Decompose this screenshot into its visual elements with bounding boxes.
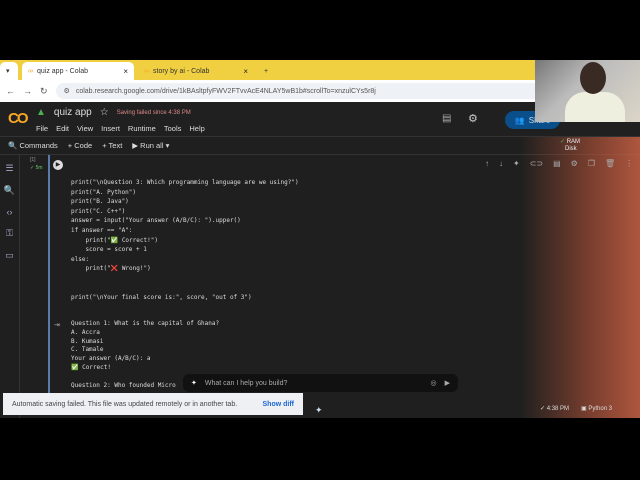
code-line: else: xyxy=(71,255,90,263)
code-line: print("❌ Wrong!") xyxy=(71,265,151,273)
ram-label: RAM xyxy=(566,139,581,145)
colab-icon: ∞ xyxy=(144,67,149,75)
add-code-button[interactable]: + Code xyxy=(68,141,92,150)
move-up-icon[interactable]: ↑ xyxy=(485,159,489,168)
tab-label: story by ai - Colab xyxy=(153,67,210,75)
webcam-person xyxy=(565,92,625,122)
cell-toolbar: ↑ ↓ ✦ ⊂⊃ ▤ ⚙ ❐ 🗑 ⋮ xyxy=(485,159,633,168)
cell-exec-time: ✓ 5m xyxy=(30,165,43,171)
screen-glare xyxy=(520,137,640,418)
tab-quiz-app[interactable]: ∞ quiz app - Colab × xyxy=(22,62,134,80)
gemini-icon[interactable]: ✦ xyxy=(513,159,520,168)
show-diff-link[interactable]: Show diff xyxy=(263,401,295,408)
link-icon[interactable]: ⊂⊃ xyxy=(530,159,543,168)
reload-icon[interactable]: ↻ xyxy=(40,86,48,97)
colab-logo[interactable]: CO xyxy=(8,110,28,127)
menu-runtime[interactable]: Runtime xyxy=(128,124,156,133)
code-line: print("A. Python") xyxy=(71,188,137,196)
menu-file[interactable]: File xyxy=(36,124,48,133)
code-line: score = score + 1 xyxy=(71,246,147,254)
cell-exec-count: [1] xyxy=(30,157,36,163)
toast-message: Automatic saving failed. This file was u… xyxy=(12,400,238,408)
left-sidebar: ☰ 🔍 ‹› ⚿ ▭ xyxy=(0,155,20,418)
tab-label: quiz app - Colab xyxy=(37,67,88,75)
output-line: Your answer (A/B/C): a xyxy=(71,355,151,363)
back-icon[interactable]: ← xyxy=(6,86,15,96)
colab-icon: ∞ xyxy=(28,67,33,75)
prompt-placeholder: What can I help you build? xyxy=(204,379,288,387)
autosave-failed-toast: Automatic saving failed. This file was u… xyxy=(3,393,303,415)
runtime-label: Python 3 xyxy=(588,406,613,412)
cell-focus-bar xyxy=(48,155,50,395)
notebook-title[interactable]: quiz app xyxy=(54,107,92,118)
output-line: ✅ Correct! xyxy=(71,363,111,371)
code-line: print("C. C++") xyxy=(71,207,126,215)
more-icon[interactable]: ⋮ xyxy=(625,159,633,168)
code-editor[interactable]: print("\nQuestion 3: Which programming l… xyxy=(71,178,299,303)
code-snippets-icon[interactable]: ‹› xyxy=(7,207,13,217)
status-bar: ✓ 4:38 PM ▣ Python 3 xyxy=(540,405,612,412)
delete-icon[interactable]: 🗑 xyxy=(605,159,615,168)
commands-label: Commands xyxy=(19,141,58,150)
code-line: print("\nYour final score is:", score, "… xyxy=(71,294,252,302)
gemini-sparkle-icon: ✦ xyxy=(191,380,197,387)
menu-edit[interactable]: Edit xyxy=(56,124,69,133)
gemini-icon[interactable]: ✦ xyxy=(315,405,323,416)
people-icon: 👥 xyxy=(514,115,525,125)
run-all-button[interactable]: ▶ Run all ▾ xyxy=(132,141,169,150)
disk-label: Disk xyxy=(565,146,577,152)
menu-tools[interactable]: Tools xyxy=(164,124,182,133)
copy-icon[interactable]: ❐ xyxy=(588,159,595,168)
menu-view[interactable]: View xyxy=(77,124,93,133)
add-text-button[interactable]: + Text xyxy=(102,141,122,150)
files-folder-icon[interactable]: ▭ xyxy=(5,250,14,261)
close-icon[interactable]: × xyxy=(243,67,248,76)
code-line: answer = input("Your answer (A/B/C): ").… xyxy=(71,217,241,225)
secrets-key-icon[interactable]: ⚿ xyxy=(6,228,13,239)
code-line: print("B. Java") xyxy=(71,198,129,206)
output-line: Question 1: What is the capital of Ghana… xyxy=(71,320,220,327)
toc-icon[interactable]: ☰ xyxy=(5,163,13,174)
comment-icon[interactable]: ▤ xyxy=(553,159,561,168)
runtime-indicator[interactable]: ▣ Python 3 xyxy=(581,405,612,412)
exec-time[interactable]: ✓ 4:38 PM xyxy=(540,405,569,412)
drive-icon: ▲ xyxy=(36,107,46,118)
menu-insert[interactable]: Insert xyxy=(101,124,120,133)
settings-icon[interactable]: ⚙ xyxy=(571,159,578,168)
comment-icon[interactable]: ▤ xyxy=(442,113,451,124)
menu-bar: File Edit View Insert Runtime Tools Help xyxy=(36,124,205,133)
tab-story-by-ai[interactable]: ∞ story by ai - Colab × xyxy=(138,62,254,80)
move-down-icon[interactable]: ↓ xyxy=(499,159,503,168)
settings-gear-icon[interactable]: ⚙ xyxy=(468,112,478,125)
send-icon[interactable]: ▶ xyxy=(445,379,450,387)
close-icon[interactable]: × xyxy=(123,67,128,76)
code-line: print("\nQuestion 3: Which programming l… xyxy=(71,179,299,186)
find-icon[interactable]: 🔍 xyxy=(4,185,15,196)
tab-search-button[interactable]: ▾ xyxy=(0,62,18,80)
resource-monitor[interactable]: ✓ RAM Disk xyxy=(560,139,580,153)
settings-circle-icon[interactable]: ◎ xyxy=(431,379,437,387)
commands-button[interactable]: 🔍 Commands xyxy=(8,141,58,150)
output-line: B. Kumasi xyxy=(71,337,104,345)
site-info-icon: ⚙ xyxy=(63,88,70,95)
output-line: A. Accra xyxy=(71,328,100,336)
webcam-person-head xyxy=(580,62,606,94)
run-all-label: Run all xyxy=(140,141,164,150)
url-text: colab.research.google.com/drive/1kBAsltp… xyxy=(75,87,376,95)
run-cell-button[interactable]: ▶ xyxy=(53,160,63,170)
code-line: print("✅ Correct!") xyxy=(71,236,158,244)
forward-icon[interactable]: → xyxy=(23,86,32,96)
star-icon[interactable]: ☆ xyxy=(100,107,109,118)
connected-check-icon: ✓ xyxy=(560,139,567,145)
output-line: C. Tamale xyxy=(71,346,104,354)
save-status[interactable]: Saving failed since 4:38 PM xyxy=(117,110,191,116)
code-line: if answer == "A": xyxy=(71,226,133,234)
new-tab-button[interactable]: + xyxy=(258,62,274,80)
output-toggle-icon[interactable]: ⇥ xyxy=(54,321,60,329)
gemini-prompt-bar[interactable]: ✦ What can I help you build? ◎ ▶ xyxy=(183,374,458,392)
menu-help[interactable]: Help xyxy=(189,124,204,133)
